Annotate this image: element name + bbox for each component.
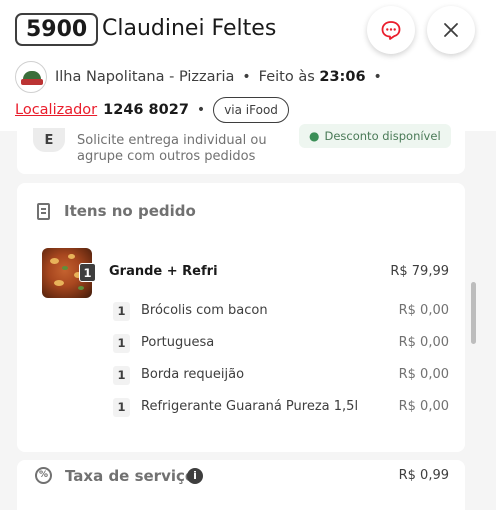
store-logo — [15, 61, 47, 93]
sub-item-name: Refrigerante Guaraná Pureza 1,5l — [141, 399, 359, 414]
chat-icon — [381, 21, 401, 40]
store-name: Ilha Napolitana - Pizzaria — [55, 69, 235, 85]
order-items-card: Itens no pedido 1 Grande + Refri R$ 79,9… — [17, 183, 465, 452]
scrollbar-thumb[interactable] — [471, 282, 476, 344]
close-button[interactable] — [427, 6, 475, 54]
separator-dot: • — [196, 102, 206, 118]
tag-icon: ● — [309, 129, 320, 143]
locator-code: 1246 8027 — [103, 102, 189, 118]
sub-item-price: R$ 0,00 — [398, 399, 449, 414]
placed-time: 23:06 — [319, 69, 366, 85]
info-icon[interactable]: i — [187, 468, 203, 484]
percent-icon: % — [35, 467, 52, 484]
delivery-suggestion-card[interactable]: E Solicite entrega individual ou agrupe … — [17, 124, 465, 174]
sub-item-quantity: 1 — [113, 334, 130, 353]
service-fee-card: % Taxa de serviço i R$ 0,99 — [17, 460, 465, 510]
sub-item-name: Borda requeijão — [141, 367, 245, 382]
sub-item-price: R$ 0,00 — [398, 367, 449, 382]
placed-prefix: Feito às — [258, 69, 315, 85]
sub-item-quantity: 1 — [113, 398, 130, 417]
chat-button[interactable] — [367, 6, 415, 54]
channel-chip: via iFood — [213, 97, 289, 123]
product-name: Grande + Refri — [109, 264, 218, 279]
receipt-icon — [37, 202, 50, 220]
close-icon — [444, 23, 458, 37]
service-fee-label: Taxa de serviço — [65, 467, 196, 485]
sub-item-name: Brócolis com bacon — [141, 303, 268, 318]
customer-name: Claudinei Feltes — [102, 16, 277, 41]
sub-item: 1 Portuguesa R$ 0,00 — [113, 334, 449, 353]
discount-badge: ● Desconto disponível — [299, 124, 451, 148]
store-info-row: Ilha Napolitana - Pizzaria • Feito às 23… — [15, 61, 390, 93]
order-number-badge: 5900 — [15, 13, 99, 46]
order-header: 5900 Claudinei Feltes Ilha Napolitana - … — [0, 0, 496, 131]
sub-item-price: R$ 0,00 — [398, 335, 449, 350]
items-section-title: Itens no pedido — [37, 202, 196, 220]
service-fee-price: R$ 0,99 — [398, 468, 449, 483]
locator-row: Localizador 1246 8027 • via iFood — [15, 96, 289, 124]
sub-item-price: R$ 0,00 — [398, 303, 449, 318]
separator-dot: • — [373, 69, 382, 85]
delivery-suggestion-text: Solicite entrega individual ou agrupe co… — [77, 133, 267, 164]
product-price: R$ 79,99 — [390, 264, 449, 279]
items-title-label: Itens no pedido — [64, 202, 196, 220]
product-quantity-badge: 1 — [79, 263, 96, 282]
sub-item-name: Portuguesa — [141, 335, 215, 350]
sub-item-quantity: 1 — [113, 366, 130, 385]
sub-item: 1 Brócolis com bacon R$ 0,00 — [113, 302, 449, 321]
locator-link[interactable]: Localizador — [15, 102, 97, 118]
sub-item: 1 Refrigerante Guaraná Pureza 1,5l R$ 0,… — [113, 398, 449, 417]
separator-dot: • — [242, 69, 251, 85]
sub-item: 1 Borda requeijão R$ 0,00 — [113, 366, 449, 385]
delivery-icon: E — [33, 128, 65, 152]
sub-item-quantity: 1 — [113, 302, 130, 321]
discount-label: Desconto disponível — [324, 129, 441, 143]
